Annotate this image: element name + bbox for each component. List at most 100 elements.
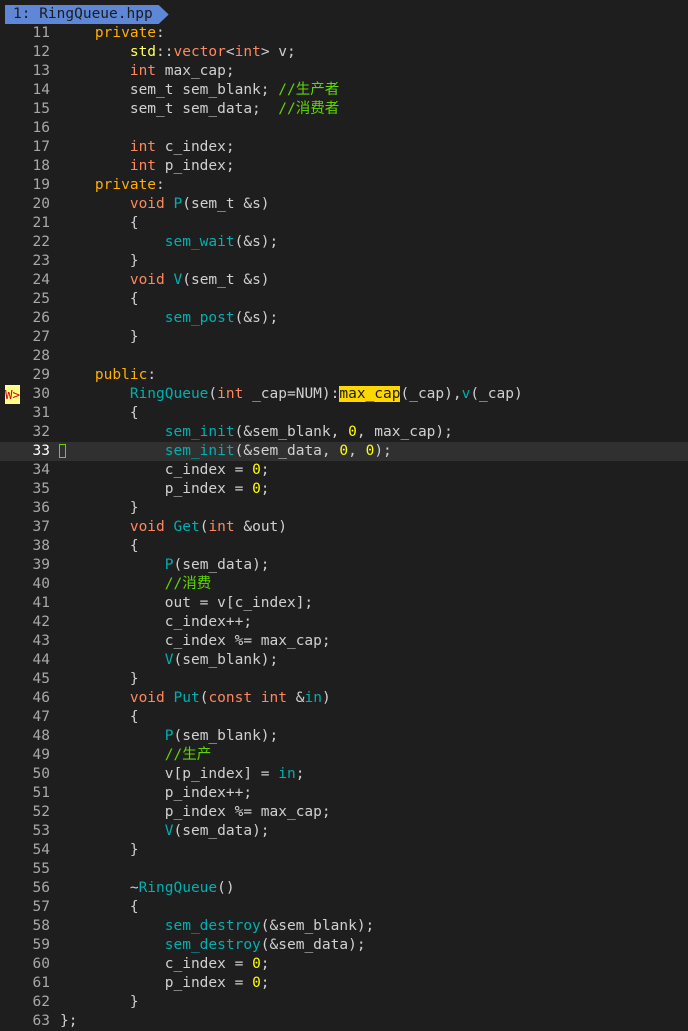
code-token: { <box>60 405 139 421</box>
code-line[interactable]: 15 sem_t sem_data; //消费者 <box>0 100 688 119</box>
code-line[interactable]: 62 } <box>0 993 688 1012</box>
code-token: c_index; <box>156 139 235 155</box>
code-line[interactable]: 16 <box>0 119 688 138</box>
code-token: out = v[c_index]; <box>60 595 314 611</box>
code-token: { <box>60 899 139 915</box>
code-line[interactable]: 51 p_index++; <box>0 784 688 803</box>
code-line[interactable]: 40 //消费 <box>0 575 688 594</box>
code-line[interactable]: 54 } <box>0 841 688 860</box>
code-text: c_index %= max_cap; <box>60 632 331 651</box>
code-text: { <box>60 708 139 727</box>
line-number: 31 <box>32 405 50 421</box>
code-line[interactable]: 56 ~RingQueue() <box>0 879 688 898</box>
code-line[interactable]: 14 sem_t sem_blank; //生产者 <box>0 81 688 100</box>
code-line[interactable]: 52 p_index %= max_cap; <box>0 803 688 822</box>
code-text: public: <box>60 366 156 385</box>
code-line[interactable]: 23 } <box>0 252 688 271</box>
code-token: } <box>60 994 139 1010</box>
sign-column <box>2 955 22 974</box>
code-line[interactable]: 44 V(sem_blank); <box>0 651 688 670</box>
code-line[interactable]: 61 p_index = 0; <box>0 974 688 993</box>
line-number: 16 <box>32 120 50 136</box>
sign-column <box>2 214 22 233</box>
code-line[interactable]: W> 30 RingQueue(int _cap=NUM):max_cap(_ca… <box>0 385 688 404</box>
code-token: vector <box>173 44 226 60</box>
sign-column <box>2 594 22 613</box>
code-line[interactable]: 21 { <box>0 214 688 233</box>
code-line[interactable]: 60 c_index = 0; <box>0 955 688 974</box>
code-line[interactable]: 55 <box>0 860 688 879</box>
code-line[interactable]: 39 P(sem_data); <box>0 556 688 575</box>
code-token: int <box>60 139 157 155</box>
code-line[interactable]: 11 private: <box>0 24 688 43</box>
warning-sign-icon[interactable]: W> <box>5 385 21 404</box>
line-number: 62 <box>32 994 50 1010</box>
code-line[interactable]: 26 sem_post(&s); <box>0 309 688 328</box>
code-line[interactable]: 19 private: <box>0 176 688 195</box>
code-token: V <box>173 272 183 288</box>
code-token: Put <box>173 690 200 706</box>
code-text: v[p_index] = in; <box>60 765 305 784</box>
code-text: } <box>60 670 139 689</box>
code-line[interactable]: 46 void Put(const int &in) <box>0 689 688 708</box>
sign-column <box>2 81 22 100</box>
line-number: 19 <box>32 177 50 193</box>
code-line[interactable]: 47 { <box>0 708 688 727</box>
code-line[interactable]: 36 } <box>0 499 688 518</box>
code-line[interactable]: 27 } <box>0 328 688 347</box>
code-token: sem_init <box>60 424 235 440</box>
code-line[interactable]: 22 sem_wait(&s); <box>0 233 688 252</box>
code-line[interactable]: 63}; <box>0 1012 688 1031</box>
sign-column <box>2 708 22 727</box>
line-number: 24 <box>32 272 50 288</box>
code-text: sem_destroy(&sem_data); <box>60 936 366 955</box>
code-line[interactable]: 20 void P(sem_t &s) <box>0 195 688 214</box>
code-line[interactable]: 49 //生产 <box>0 746 688 765</box>
code-token: p_index++; <box>60 785 253 801</box>
code-line[interactable]: 28 <box>0 347 688 366</box>
code-text: } <box>60 841 139 860</box>
code-token: (_cap) <box>470 386 523 402</box>
sign-column <box>2 556 22 575</box>
line-number: 33 <box>32 443 50 459</box>
code-line[interactable]: 41 out = v[c_index]; <box>0 594 688 613</box>
code-line[interactable]: 18 int p_index; <box>0 157 688 176</box>
sign-column <box>2 423 22 442</box>
code-line[interactable]: 33 sem_init(&sem_data, 0, 0); <box>0 442 688 461</box>
code-line[interactable]: 42 c_index++; <box>0 613 688 632</box>
line-number: 25 <box>32 291 50 307</box>
line-number: 45 <box>32 671 50 687</box>
code-line[interactable]: 50 v[p_index] = in; <box>0 765 688 784</box>
code-line[interactable]: 59 sem_destroy(&sem_data); <box>0 936 688 955</box>
code-line[interactable]: 48 P(sem_blank); <box>0 727 688 746</box>
code-line[interactable]: 37 void Get(int &out) <box>0 518 688 537</box>
code-token: //消费者 <box>278 101 340 117</box>
code-editor[interactable]: 11 private: 12 std::vector<int> v; 13 int … <box>0 24 688 1031</box>
line-number: 38 <box>32 538 50 554</box>
code-line[interactable]: 13 int max_cap; <box>0 62 688 81</box>
code-line[interactable]: 31 { <box>0 404 688 423</box>
code-line[interactable]: 43 c_index %= max_cap; <box>0 632 688 651</box>
code-line[interactable]: 58 sem_destroy(&sem_blank); <box>0 917 688 936</box>
code-token: (&sem_data); <box>260 937 366 953</box>
code-line[interactable]: 25 { <box>0 290 688 309</box>
code-line[interactable]: 29 public: <box>0 366 688 385</box>
code-line[interactable]: 53 V(sem_data); <box>0 822 688 841</box>
tab-ringqueue-hpp[interactable]: 1: RingQueue.hpp <box>5 5 169 24</box>
code-line[interactable]: 17 int c_index; <box>0 138 688 157</box>
code-token: int <box>217 386 244 402</box>
code-line[interactable]: 38 { <box>0 537 688 556</box>
sign-column: W> <box>2 385 22 404</box>
code-line[interactable]: 45 } <box>0 670 688 689</box>
sign-column <box>2 480 22 499</box>
code-line[interactable]: 34 c_index = 0; <box>0 461 688 480</box>
sign-column <box>2 860 22 879</box>
code-token: 0 <box>252 975 261 991</box>
code-line[interactable]: 57 { <box>0 898 688 917</box>
code-line[interactable]: 24 void V(sem_t &s) <box>0 271 688 290</box>
code-line[interactable]: 12 std::vector<int> v; <box>0 43 688 62</box>
code-line[interactable]: 35 p_index = 0; <box>0 480 688 499</box>
line-number: 11 <box>32 25 50 41</box>
code-line[interactable]: 32 sem_init(&sem_blank, 0, max_cap); <box>0 423 688 442</box>
